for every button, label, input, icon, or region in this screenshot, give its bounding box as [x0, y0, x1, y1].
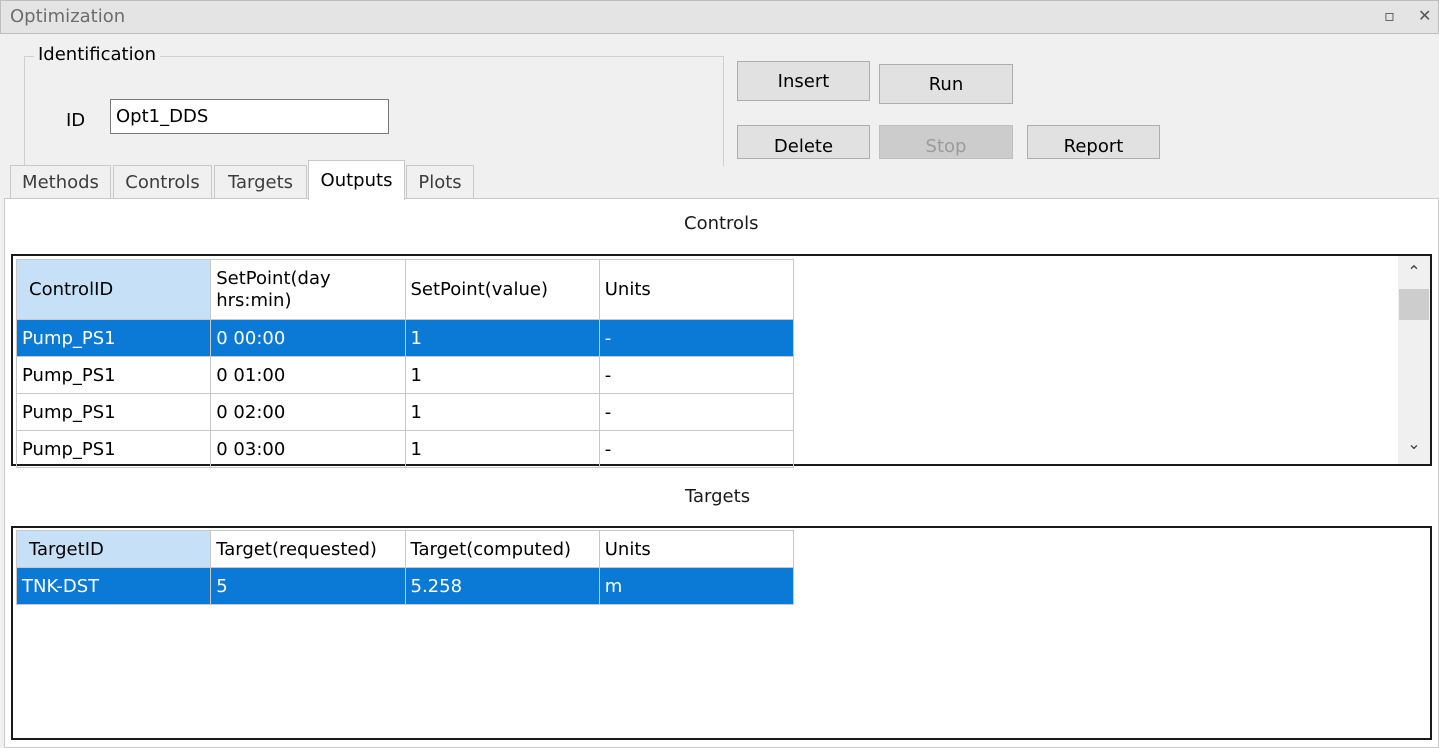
table-row[interactable]: Pump_PS1 0 02:00 1 - — [15, 393, 795, 431]
cell-controlid[interactable]: Pump_PS1 — [15, 319, 212, 357]
cell-controlid[interactable]: Pump_PS1 — [15, 430, 212, 468]
run-button[interactable]: Run — [879, 64, 1013, 104]
column-header-setpoint-value[interactable]: SetPoint(value) — [404, 259, 600, 320]
column-header-controlid[interactable]: ControlID — [15, 259, 212, 320]
cell-setpoint-time[interactable]: 0 00:00 — [210, 319, 406, 357]
id-label: ID — [66, 110, 86, 131]
delete-button[interactable]: Delete — [737, 125, 870, 159]
cell-units[interactable]: - — [598, 319, 795, 357]
cell-controlid[interactable]: Pump_PS1 — [15, 393, 212, 431]
targets-table: TargetID Target(requested) Target(comput… — [15, 530, 795, 605]
table-row[interactable]: TNK-DST 5 5.258 m — [15, 567, 795, 605]
insert-button[interactable]: Insert — [737, 61, 870, 101]
identification-legend: Identification — [34, 44, 161, 65]
stop-button[interactable]: Stop — [879, 125, 1013, 159]
column-header-setpoint-time[interactable]: SetPoint(day hrs:min) — [210, 259, 406, 320]
cell-setpoint-time[interactable]: 0 02:00 — [210, 393, 406, 431]
table-row[interactable]: Pump_PS1 0 01:00 1 - — [15, 356, 795, 394]
cell-setpoint-value[interactable]: 1 — [404, 319, 600, 357]
window-title: Optimization — [10, 6, 126, 27]
controls-table: ControlID SetPoint(day hrs:min) SetPoint… — [15, 259, 795, 468]
controls-section-title: Controls — [684, 213, 759, 234]
cell-target-requested[interactable]: 5 — [210, 567, 406, 605]
title-bar — [0, 0, 1439, 34]
scrollbar-thumb[interactable] — [1399, 289, 1429, 320]
column-header-units[interactable]: Units — [598, 530, 795, 568]
tab-targets[interactable]: Targets — [214, 165, 307, 199]
table-row[interactable]: Pump_PS1 0 00:00 1 - — [15, 319, 795, 357]
controls-scrollbar[interactable] — [1398, 256, 1430, 464]
column-header-target-computed[interactable]: Target(computed) — [404, 530, 600, 568]
cell-controlid[interactable]: Pump_PS1 — [15, 356, 212, 394]
close-icon[interactable]: ✕ — [1418, 6, 1431, 25]
maximize-icon[interactable]: ▫ — [1384, 6, 1395, 25]
cell-setpoint-time[interactable]: 0 01:00 — [210, 356, 406, 394]
targets-grid: TargetID Target(requested) Target(comput… — [11, 526, 1432, 740]
cell-setpoint-value[interactable]: 1 — [404, 393, 600, 431]
report-button[interactable]: Report — [1027, 125, 1160, 159]
cell-setpoint-value[interactable]: 1 — [404, 356, 600, 394]
cell-setpoint-time[interactable]: 0 03:00 — [210, 430, 406, 468]
table-row[interactable]: Pump_PS1 0 03:00 1 - — [15, 430, 795, 468]
cell-setpoint-value[interactable]: 1 — [404, 430, 600, 468]
id-input[interactable] — [110, 99, 389, 134]
scroll-up-icon[interactable]: ⌃ — [1399, 262, 1429, 281]
targets-section-title: Targets — [685, 486, 751, 507]
cell-units[interactable]: m — [598, 567, 795, 605]
cell-targetid[interactable]: TNK-DST — [15, 567, 212, 605]
column-header-targetid[interactable]: TargetID — [15, 530, 212, 568]
cell-units[interactable]: - — [598, 430, 795, 468]
tab-methods[interactable]: Methods — [10, 165, 111, 199]
tab-plots[interactable]: Plots — [406, 165, 474, 199]
column-header-units[interactable]: Units — [598, 259, 795, 320]
scroll-down-icon[interactable]: ⌄ — [1399, 434, 1429, 453]
cell-target-computed[interactable]: 5.258 — [404, 567, 600, 605]
controls-grid: ControlID SetPoint(day hrs:min) SetPoint… — [11, 254, 1432, 468]
column-header-target-requested[interactable]: Target(requested) — [210, 530, 406, 568]
tab-controls[interactable]: Controls — [113, 165, 212, 199]
tab-outputs[interactable]: Outputs — [308, 160, 405, 200]
cell-units[interactable]: - — [598, 393, 795, 431]
cell-units[interactable]: - — [598, 356, 795, 394]
